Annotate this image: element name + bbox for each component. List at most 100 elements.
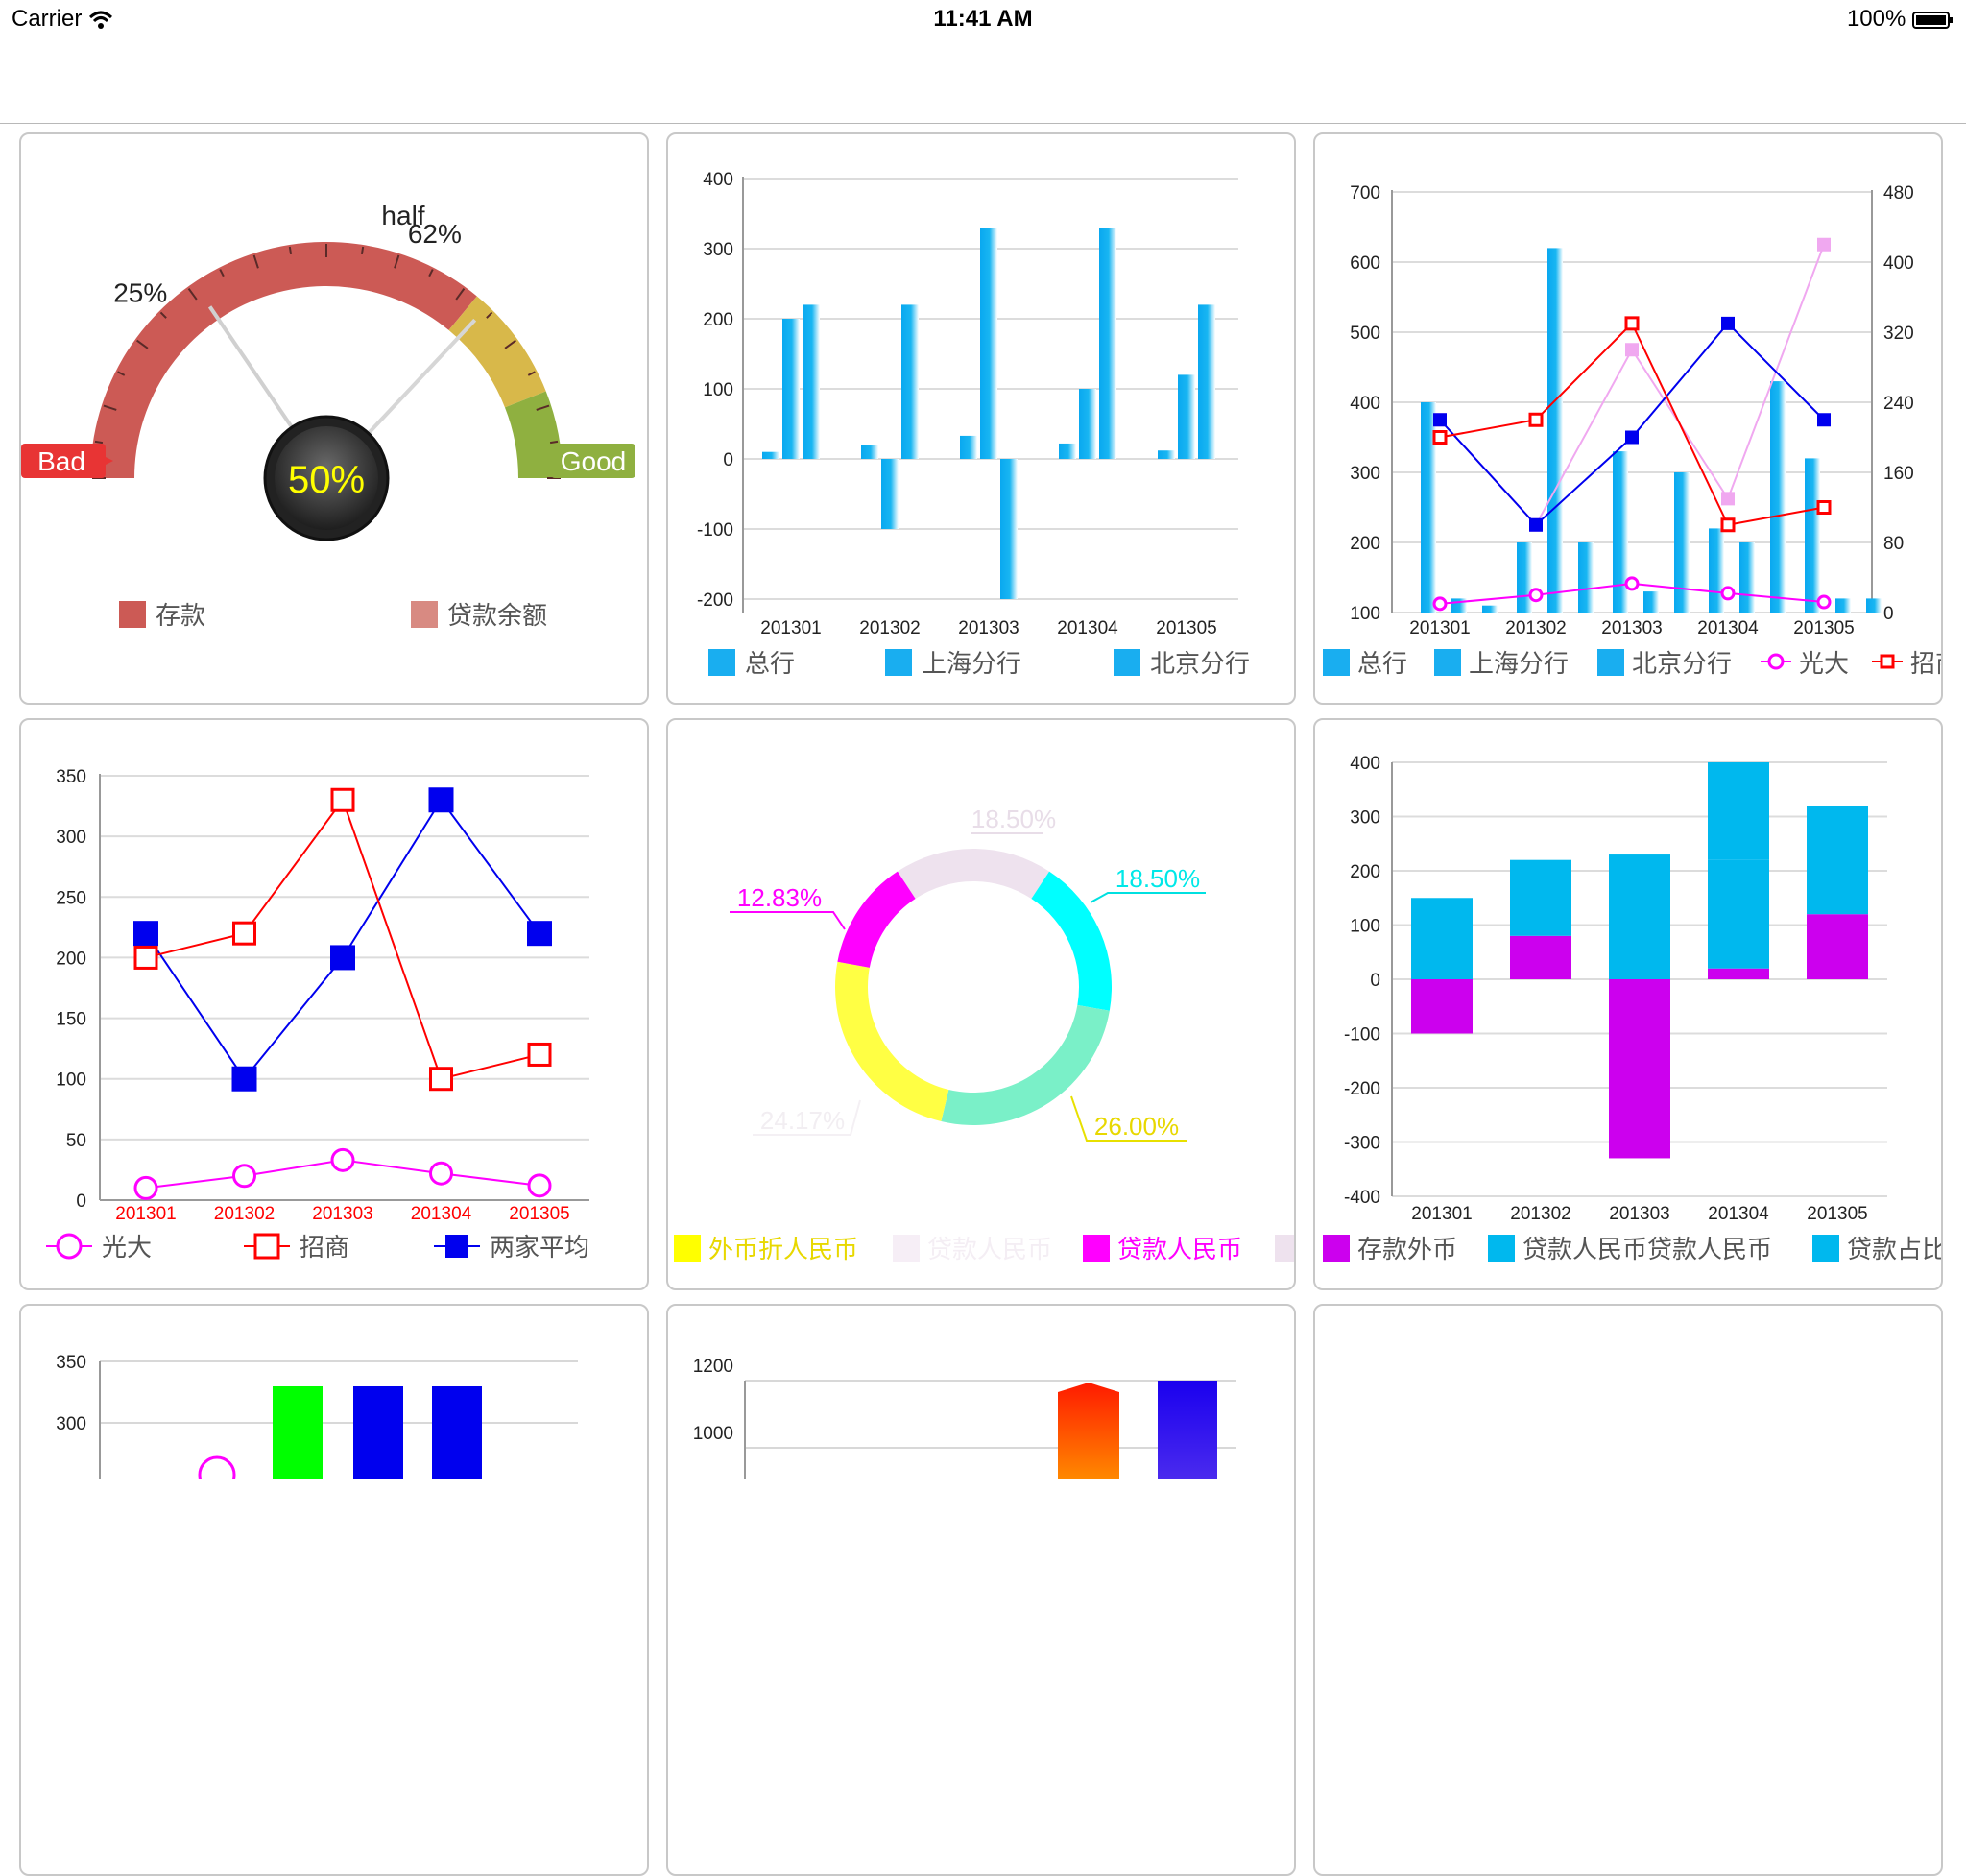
y2-tick-label: 160 [1883, 464, 1914, 484]
legend-item-loan-rmb[interactable]: 贷款人民币贷款人民币 [1488, 1235, 1772, 1264]
bar-segment [1510, 935, 1571, 979]
slice-label: 26.00% [1094, 1112, 1179, 1141]
legend-item-loan-balance[interactable]: 贷款余额 [411, 601, 547, 631]
legend-item-head-office[interactable]: 总行 [1323, 649, 1407, 679]
donut-hole [869, 882, 1078, 1092]
gauge-chart-panel[interactable]: 50% 25% half 62% Bad Good 存款 贷款余额 [19, 132, 649, 705]
legend-item-beijing[interactable]: 北京分行 [1597, 649, 1732, 679]
x-tick-label: 201302 [214, 1204, 275, 1224]
y-tick-label: 200 [1350, 534, 1380, 554]
bar [1866, 598, 1882, 613]
legend-item-head-office[interactable]: 总行 [708, 649, 795, 679]
y-tick-label: -100 [1344, 1025, 1380, 1046]
line-chart-panel[interactable]: 350 300 250 200 150 100 50 0 201301 2013… [19, 718, 649, 1290]
stacked-bar-chart-panel[interactable]: 400 300 200 100 0 -100 -200 -300 -400 20… [1313, 718, 1943, 1290]
bar-segment [1510, 871, 1571, 936]
bar [1178, 374, 1195, 459]
legend-item-average[interactable]: 两家平均 [434, 1234, 589, 1263]
y2-tick-label: 80 [1883, 534, 1904, 554]
branch-bar-chart: 400 300 200 100 0 -100 -200 201301 20130… [697, 170, 1250, 679]
legend-item-everbright[interactable]: 光大 [1761, 650, 1849, 679]
legend-item-deposit[interactable]: 存款 [119, 601, 205, 631]
y-gridlines [100, 775, 589, 1201]
y-tick-label: 0 [76, 1191, 86, 1212]
svg-text:贷款余额: 贷款余额 [447, 602, 547, 631]
y-tick-label: 200 [1350, 862, 1380, 882]
clock: 11:41 AM [933, 6, 1033, 32]
bar [1079, 389, 1096, 459]
legend-item-loan-rmb-faded[interactable]: 贷款人民币 [893, 1235, 1052, 1264]
bars [1411, 762, 1868, 1159]
x-tick-label: 201304 [1057, 618, 1118, 638]
legend-item-deposit-foreign[interactable]: 存款外币 [1323, 1235, 1457, 1264]
series-line [145, 798, 540, 1080]
y-tick-label: 300 [1350, 808, 1380, 829]
x-tick-label: 201301 [760, 618, 821, 638]
legend-item-merchants[interactable]: 招商 [244, 1233, 349, 1263]
branch-bar-chart-panel[interactable]: 400 300 200 100 0 -100 -200 201301 20130… [666, 132, 1296, 705]
empty-chart-panel[interactable] [1313, 1304, 1943, 1876]
partial-bar-chart-panel[interactable]: 350 300 [19, 1304, 649, 1876]
svg-text:存款外币: 存款外币 [1357, 1236, 1457, 1264]
partial-gradient-bar-panel[interactable]: 1200 1000 [666, 1304, 1296, 1876]
legend-item-foreign-rmb[interactable]: 外币折人民币 [674, 1235, 858, 1264]
y-tick-label: 400 [1350, 754, 1380, 774]
line-marker [133, 945, 158, 970]
combo-chart-panel[interactable]: 700 600 500 400 300 200 100 480 400 320 … [1313, 132, 1943, 705]
x-axis-tick-labels: 201301 201302 201303 201304 201305 [1409, 618, 1854, 638]
bar [1578, 542, 1594, 613]
x-tick-label: 201305 [1793, 618, 1854, 638]
bar [881, 459, 899, 529]
svg-text:贷款人民币: 贷款人民币 [927, 1236, 1052, 1264]
legend-item-shanghai[interactable]: 上海分行 [885, 649, 1021, 679]
bar [1613, 451, 1628, 613]
line-marker [133, 921, 158, 947]
legend-item-loan-rmb[interactable]: 贷款人民币 [1083, 1235, 1242, 1264]
line-marker [330, 1147, 355, 1172]
svg-text:北京分行: 北京分行 [1150, 650, 1250, 679]
y-axis-tick-labels: 350 300 250 200 150 100 50 0 [56, 767, 86, 1212]
series-line [145, 798, 540, 1081]
x-tick-label: 201301 [115, 1204, 176, 1224]
legend-item-shanghai[interactable]: 上海分行 [1434, 649, 1569, 679]
battery-indicator: 100% [1847, 6, 1954, 33]
y-tick-label: -200 [1344, 1079, 1380, 1099]
gauge-band-yellow [448, 296, 546, 408]
y-tick-label: 0 [723, 450, 733, 470]
x-tick-label: 201303 [312, 1204, 372, 1224]
donut-chart-panel[interactable]: 18.50% 18.50% 26.00% 24.17% 12.83% 外币折人民… [666, 718, 1296, 1290]
bar [1000, 459, 1018, 599]
svg-text:上海分行: 上海分行 [1469, 650, 1569, 679]
line-marker [527, 1042, 552, 1067]
bar [1482, 605, 1498, 613]
line-marker [1720, 517, 1736, 533]
y-tick-label: 50 [66, 1131, 86, 1151]
line-marker [198, 1455, 236, 1479]
svg-text:总行: 总行 [745, 650, 795, 679]
legend-item-loan-ratio[interactable]: 贷款占比 [1812, 1235, 1941, 1264]
y-tick-label: 350 [56, 767, 86, 787]
bars [1421, 248, 1882, 613]
status-bar: Carrier 11:41 AM 100% [0, 0, 1966, 38]
y-tick-label: 400 [1350, 394, 1380, 414]
svg-text:北京分行: 北京分行 [1632, 650, 1732, 679]
line-chart: 350 300 250 200 150 100 50 0 201301 2013… [46, 767, 589, 1263]
gauge-tick [288, 246, 293, 255]
legend-item-beijing[interactable]: 北京分行 [1114, 649, 1250, 679]
y-tick-label: -200 [697, 590, 733, 611]
lines [133, 787, 552, 1200]
bar [762, 451, 779, 459]
legend-item-merchants[interactable]: 招商 [1872, 650, 1941, 679]
line-marker [330, 787, 355, 812]
y-tick-label: 300 [703, 240, 733, 260]
x-tick-label: 201304 [1697, 618, 1759, 638]
bar-segment [1510, 859, 1571, 871]
y-tick-label: 100 [703, 380, 733, 400]
legend-item-clipped[interactable] [1275, 1235, 1294, 1262]
y-tick-label: 300 [1350, 464, 1380, 484]
y-tick-label: 100 [1350, 917, 1380, 937]
y-tick-label: 200 [56, 949, 86, 969]
x-tick-label: 201305 [509, 1204, 569, 1224]
gauge-tick-label-62: 62% [408, 219, 462, 249]
legend-item-everbright[interactable]: 光大 [46, 1233, 152, 1263]
